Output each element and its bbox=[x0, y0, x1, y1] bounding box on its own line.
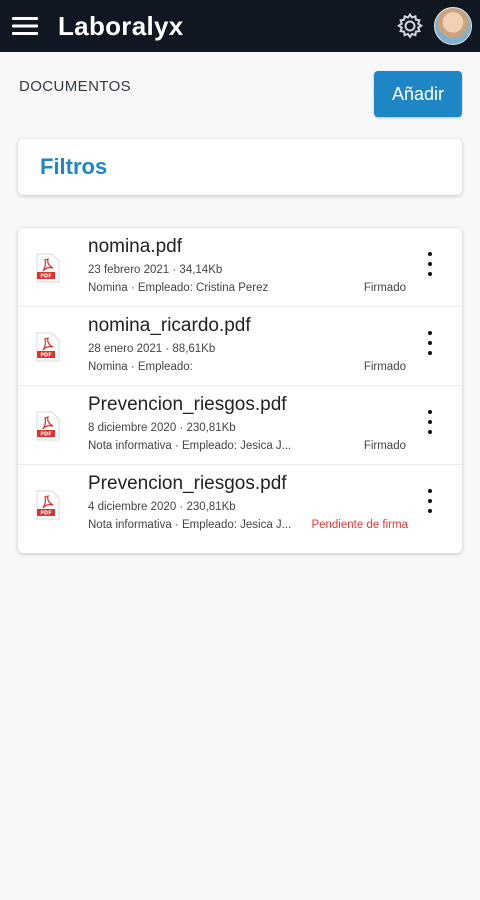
svg-text:PDF: PDF bbox=[40, 353, 51, 359]
document-type-employee: Nomina · Empleado: Cristina Perez bbox=[88, 282, 269, 294]
document-status: Firmado bbox=[363, 361, 406, 373]
user-avatar[interactable] bbox=[434, 7, 472, 45]
document-row[interactable]: PDF Prevencion_riesgos.pdf 8 diciembre 2… bbox=[18, 386, 462, 465]
gear-icon bbox=[396, 12, 424, 39]
document-name: Prevencion_riesgos.pdf bbox=[88, 473, 287, 494]
document-status: Pendiente de firma bbox=[311, 519, 408, 531]
document-date-size: 8 diciembre 2020 · 230,81Kb bbox=[88, 422, 236, 434]
documents-list: PDF nomina.pdf 23 febrero 2021 · 34,14Kb… bbox=[18, 228, 462, 553]
more-options-button[interactable] bbox=[422, 331, 438, 355]
document-name: Prevencion_riesgos.pdf bbox=[88, 394, 287, 415]
pdf-file-icon: PDF bbox=[36, 490, 60, 520]
document-date-size: 28 enero 2021 · 88,61Kb bbox=[88, 343, 216, 355]
svg-text:PDF: PDF bbox=[40, 432, 51, 438]
document-name: nomina_ricardo.pdf bbox=[88, 315, 251, 336]
more-vert-icon bbox=[428, 331, 432, 335]
more-vert-icon bbox=[428, 410, 432, 414]
document-row[interactable]: PDF Prevencion_riesgos.pdf 4 diciembre 2… bbox=[18, 465, 462, 543]
more-vert-icon bbox=[428, 489, 432, 493]
document-row[interactable]: PDF nomina.pdf 23 febrero 2021 · 34,14Kb… bbox=[18, 228, 462, 307]
top-actions bbox=[394, 6, 472, 46]
app-title: Laboralyx bbox=[58, 10, 184, 41]
pdf-file-icon: PDF bbox=[36, 253, 60, 283]
pdf-file-icon: PDF bbox=[36, 332, 60, 362]
filters-title: Filtros bbox=[40, 154, 108, 179]
document-status: Firmado bbox=[363, 282, 406, 294]
section-title: DOCUMENTOS bbox=[19, 78, 132, 95]
svg-text:PDF: PDF bbox=[40, 511, 51, 517]
more-vert-icon bbox=[428, 252, 432, 256]
filters-panel[interactable]: Filtros bbox=[18, 139, 462, 195]
document-type-employee: Nota informativa · Empleado: Jesica J... bbox=[88, 440, 292, 452]
menu-button[interactable] bbox=[0, 0, 50, 52]
top-app-bar: Laboralyx bbox=[0, 0, 480, 52]
add-button[interactable]: Añadir bbox=[374, 71, 462, 117]
document-row[interactable]: PDF nomina_ricardo.pdf 28 enero 2021 · 8… bbox=[18, 307, 462, 386]
more-options-button[interactable] bbox=[422, 252, 438, 276]
svg-text:PDF: PDF bbox=[40, 274, 51, 280]
document-type-employee: Nomina · Empleado: bbox=[88, 361, 193, 373]
document-type-employee: Nota informativa · Empleado: Jesica J... bbox=[88, 519, 292, 531]
more-options-button[interactable] bbox=[422, 410, 438, 434]
hamburger-icon bbox=[12, 17, 38, 35]
document-status: Firmado bbox=[363, 440, 406, 452]
document-name: nomina.pdf bbox=[88, 236, 183, 257]
settings-button[interactable] bbox=[394, 6, 426, 46]
more-options-button[interactable] bbox=[422, 489, 438, 513]
pdf-file-icon: PDF bbox=[36, 411, 60, 441]
document-date-size: 23 febrero 2021 · 34,14Kb bbox=[88, 264, 223, 276]
document-date-size: 4 diciembre 2020 · 230,81Kb bbox=[88, 501, 236, 513]
